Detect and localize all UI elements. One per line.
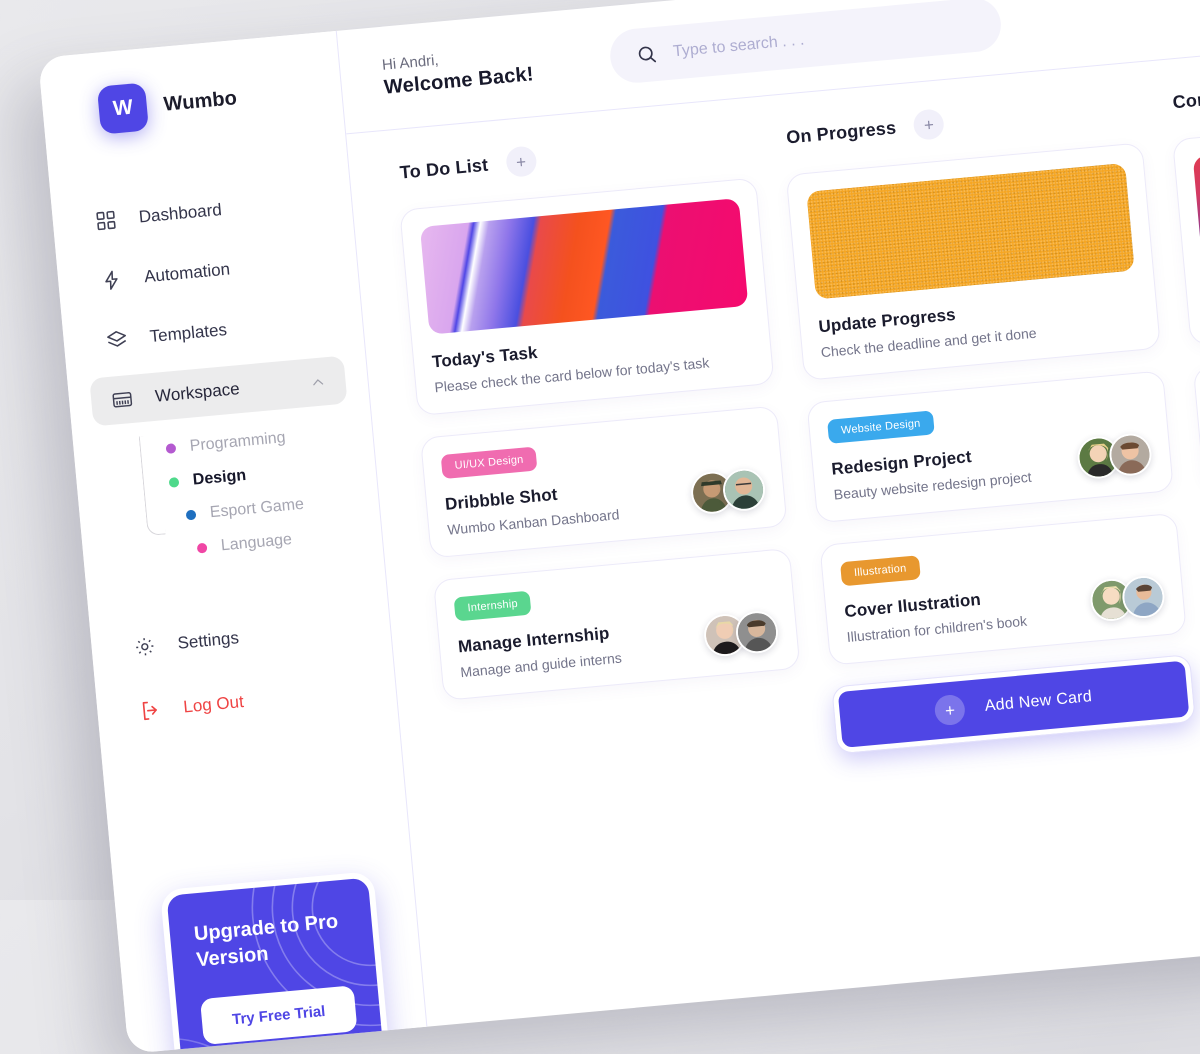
brand-logo: W [96, 82, 150, 135]
card-thumbnail [806, 162, 1135, 300]
tree-connector [138, 434, 166, 537]
subitem-label: Language [220, 531, 293, 555]
card-tag: Website Design [827, 410, 935, 444]
column-header: Complete + [1167, 55, 1200, 117]
kanban-board: To Do List + Today's Task Please check t… [346, 42, 1200, 1027]
color-dot [185, 509, 197, 521]
sidebar-item-settings[interactable]: Settings [112, 603, 370, 674]
brand[interactable]: W Wumbo [41, 65, 343, 140]
task-card[interactable]: Update Progress Check the deadline and g… [785, 142, 1161, 381]
sidebar-bottom-nav: Settings Log Out [90, 601, 398, 740]
add-card-button[interactable]: + [912, 108, 946, 141]
task-card[interactable]: Handoff Handoff to Dev Final design hand… [1192, 335, 1200, 489]
avatar-group [692, 609, 780, 658]
task-card[interactable]: Illustration Cover Ilustration Illustrat… [819, 512, 1187, 666]
avatar-group [1066, 431, 1154, 481]
card-tag: Internship [453, 590, 532, 622]
bolt-icon [99, 268, 123, 292]
sidebar-item-label: Templates [148, 320, 228, 346]
subitem-label: Design [192, 466, 247, 489]
task-card[interactable]: Today's Task Please check the card below… [399, 177, 775, 417]
task-card[interactable]: Finished Task Drag this card to archive … [1172, 107, 1200, 346]
board-column-todo: To Do List + Today's Task Please check t… [395, 126, 827, 993]
column-header: On Progress + [781, 90, 1140, 152]
avatar[interactable] [721, 466, 767, 513]
board-column-onprogress: On Progress + Update Progress Check the … [781, 90, 1200, 957]
logout-icon [139, 699, 163, 723]
task-card[interactable]: UI/UX Design Dribbble Shot Wumbo Kanban … [420, 405, 788, 559]
column-title: Complete [1171, 84, 1200, 112]
subitem-label: Esport Game [209, 495, 305, 522]
app-window: W Wumbo Dashboard Automation Templates W… [38, 0, 1200, 1054]
upgrade-promo-card[interactable]: Upgrade to Pro Version Try Free Trial [159, 870, 395, 1054]
workspace-icon [110, 388, 134, 412]
color-dot [196, 542, 208, 554]
color-dot [165, 443, 177, 454]
card-thumbnail [1192, 127, 1200, 265]
subitem-label: Programming [189, 429, 287, 455]
gear-icon [133, 635, 157, 659]
sidebar-item-label: Settings [176, 628, 240, 653]
task-card[interactable]: Website Design Redesign Project Beauty w… [806, 370, 1174, 524]
sidebar-item-automation[interactable]: Automation [78, 236, 336, 307]
brand-name: Wumbo [162, 86, 238, 116]
sidebar-item-label: Log Out [182, 692, 245, 717]
grid-icon [94, 209, 118, 233]
avatar-group [1079, 574, 1167, 623]
search-box[interactable] [607, 0, 1004, 85]
plus-icon: + [933, 693, 967, 727]
column-header: To Do List + [395, 126, 754, 188]
avatar[interactable] [1120, 574, 1167, 620]
add-new-card-label: Add New Card [984, 688, 1093, 715]
chevron-up-icon[interactable] [310, 374, 326, 390]
sidebar-item-logout[interactable]: Log Out [118, 666, 376, 737]
sidebar-item-label: Automation [143, 259, 231, 287]
sidebar-item-label: Dashboard [137, 200, 223, 227]
task-card[interactable]: Internship Manage Internship Manage and … [432, 547, 801, 701]
avatar[interactable] [1107, 431, 1154, 478]
avatar[interactable] [734, 609, 780, 656]
sidebar-nav: Dashboard Automation Templates Workspace… [51, 174, 383, 576]
add-new-card-button[interactable]: + Add New Card [831, 653, 1196, 755]
card-tag: Illustration [840, 555, 921, 587]
avatar-group [679, 466, 767, 516]
column-title: On Progress [785, 117, 897, 147]
color-dot [168, 476, 180, 488]
sidebar-item-dashboard[interactable]: Dashboard [73, 176, 331, 247]
greeting-block: Hi Andri, Welcome Back! [381, 43, 534, 99]
main-area: Hi Andri, Welcome Back! Type to search .… [336, 0, 1200, 1027]
sidebar-item-label: Workspace [154, 379, 241, 406]
workspace-subtree: Programming Design Esport Game Language [138, 415, 361, 570]
column-title: To Do List [398, 154, 490, 183]
search-icon [635, 43, 658, 66]
card-thumbnail [419, 198, 749, 335]
sidebar-item-workspace[interactable]: Workspace [89, 355, 348, 427]
sidebar-item-templates[interactable]: Templates [84, 296, 342, 367]
app-stage: W Wumbo Dashboard Automation Templates W… [0, 0, 1200, 1054]
add-card-button[interactable]: + [504, 145, 538, 178]
layers-icon [105, 328, 129, 352]
search-input[interactable] [672, 15, 976, 61]
card-tag: UI/UX Design [440, 446, 538, 480]
